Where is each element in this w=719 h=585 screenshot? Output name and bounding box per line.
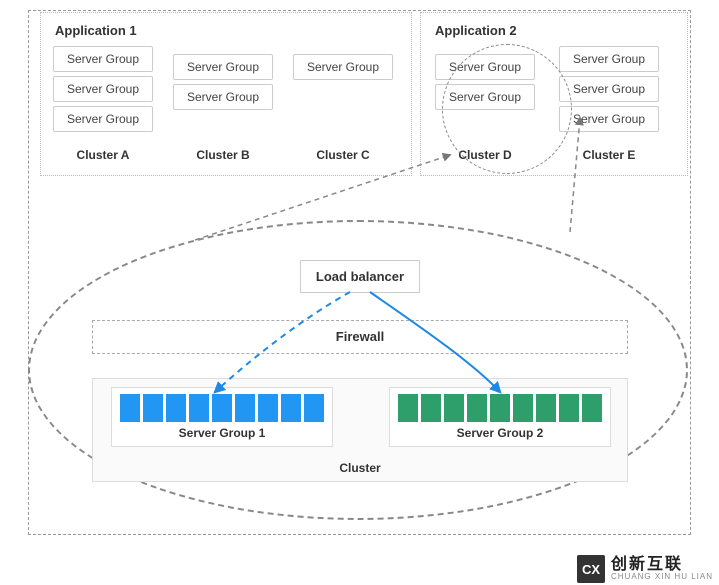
instance-icon [189, 394, 209, 422]
instance-icon [444, 394, 464, 422]
cluster-e: Server Group Server Group Server Group C… [553, 46, 665, 162]
cluster-a-label: Cluster A [49, 148, 157, 162]
instances-row [118, 394, 326, 422]
app1-title: Application 1 [55, 23, 403, 38]
instance-icon [281, 394, 301, 422]
server-group-2-label: Server Group 2 [396, 426, 604, 440]
instance-icon [235, 394, 255, 422]
server-group-box: Server Group [53, 46, 153, 72]
instance-icon [166, 394, 186, 422]
server-group-1-label: Server Group 1 [118, 426, 326, 440]
instance-icon [536, 394, 556, 422]
watermark: CX 创新互联 CHUANG XIN HU LIAN [571, 553, 719, 585]
watermark-text-cn: 创新互联 [611, 557, 713, 573]
instance-icon [513, 394, 533, 422]
cluster-d-label: Cluster D [429, 148, 541, 162]
watermark-logo-icon: CX [577, 555, 605, 583]
server-group-box: Server Group [435, 54, 535, 80]
server-group-1: Server Group 1 [111, 387, 333, 447]
watermark-text-en: CHUANG XIN HU LIAN [611, 573, 713, 581]
bottom-cluster: Server Group 1 Server Group 2 Cluster [92, 378, 628, 482]
application-1: Application 1 Server Group Server Group … [40, 12, 412, 176]
cluster-d: Server Group Server Group Cluster D [429, 46, 541, 162]
instance-icon [467, 394, 487, 422]
instance-icon [559, 394, 579, 422]
server-group-box: Server Group [559, 46, 659, 72]
server-group-box: Server Group [53, 106, 153, 132]
instance-icon [143, 394, 163, 422]
server-group-box: Server Group [173, 54, 273, 80]
instance-icon [304, 394, 324, 422]
server-group-box: Server Group [559, 76, 659, 102]
load-balancer: Load balancer [300, 260, 420, 293]
instance-icon [212, 394, 232, 422]
cluster-c-label: Cluster C [289, 148, 397, 162]
instances-row [396, 394, 604, 422]
server-group-box: Server Group [173, 84, 273, 110]
firewall: Firewall [92, 320, 628, 354]
cluster-e-label: Cluster E [553, 148, 665, 162]
instance-icon [421, 394, 441, 422]
cluster-b: Server Group Server Group Cluster B [169, 46, 277, 162]
server-group-box: Server Group [435, 84, 535, 110]
server-group-box: Server Group [53, 76, 153, 102]
cluster-a: Server Group Server Group Server Group C… [49, 46, 157, 162]
instance-icon [582, 394, 602, 422]
cluster-c: Server Group Cluster C [289, 46, 397, 162]
instance-icon [398, 394, 418, 422]
bottom-cluster-label: Cluster [93, 461, 627, 475]
cluster-b-label: Cluster B [169, 148, 277, 162]
server-group-box: Server Group [293, 54, 393, 80]
server-group-2: Server Group 2 [389, 387, 611, 447]
instance-icon [120, 394, 140, 422]
application-2: Application 2 Server Group Server Group … [420, 12, 688, 176]
app2-title: Application 2 [435, 23, 679, 38]
instance-icon [490, 394, 510, 422]
instance-icon [258, 394, 278, 422]
server-group-box: Server Group [559, 106, 659, 132]
